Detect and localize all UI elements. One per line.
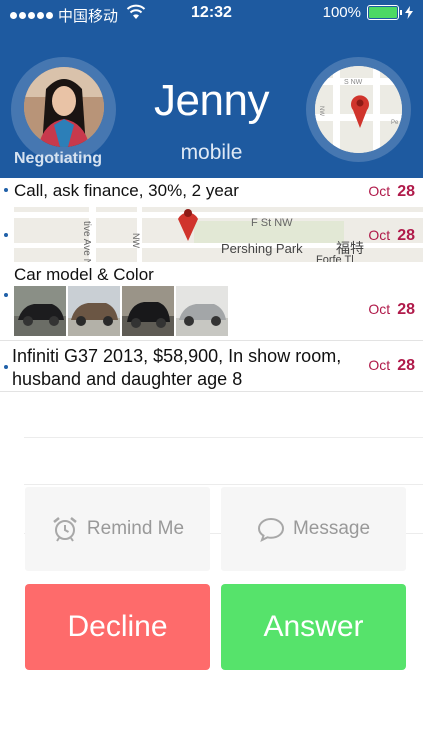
note-date-month: Oct xyxy=(368,227,391,243)
note-text: Call, ask finance, 30%, 2 year xyxy=(14,181,239,200)
note-bullet xyxy=(4,365,8,369)
empty-line xyxy=(24,484,423,485)
alarm-clock-icon xyxy=(53,517,77,542)
status-bar: 中国移动 12:32 100% xyxy=(0,0,423,28)
note-date: Oct 28 xyxy=(368,183,415,201)
location-map-ring[interactable]: S NW NW Pe xyxy=(306,57,411,162)
note-map-snapshot: tive Ave N F St NW NW Pershing Park 福特 F… xyxy=(14,207,423,262)
black-suv-rear-photo[interactable] xyxy=(122,286,174,336)
answer-button[interactable]: Answer xyxy=(221,584,406,670)
mini-map-avenue-label: NW xyxy=(318,106,324,116)
note-item-map[interactable]: tive Ave N F St NW NW Pershing Park 福特 F… xyxy=(0,207,423,263)
note-date: Oct 28 xyxy=(368,301,415,319)
note-text-line: husband and daughter age 8 xyxy=(12,369,243,389)
note-bullet xyxy=(4,233,8,237)
caller-header: 中国移动 12:32 100% Negotiating Jenny mobile… xyxy=(0,0,423,178)
battery-icon xyxy=(367,5,402,20)
mini-map: S NW NW Pe xyxy=(315,66,402,153)
note-text: Car model & Color xyxy=(14,265,154,284)
note-item[interactable]: Call, ask finance, 30%, 2 year Oct 28 xyxy=(0,178,423,207)
note-bullet xyxy=(4,188,8,192)
empty-line xyxy=(24,437,423,438)
car-photo-strip xyxy=(14,286,228,336)
map-street-label: F St NW xyxy=(251,217,293,229)
mini-map-partial-label: Pe xyxy=(391,120,399,126)
note-date-day: 28 xyxy=(397,227,415,244)
note-text-multiline: Infiniti G37 2013, $58,900, In show room… xyxy=(12,345,341,391)
map-partial-label: Forfe Tl xyxy=(316,254,354,262)
note-date-day: 28 xyxy=(397,301,415,318)
battery-percent: 100% xyxy=(322,4,361,21)
remind-me-button[interactable]: Remind Me xyxy=(25,487,210,571)
speech-bubble-icon xyxy=(257,517,284,542)
remind-me-label: Remind Me xyxy=(86,518,185,539)
note-bullet xyxy=(4,293,8,297)
note-date: Oct 28 xyxy=(368,227,415,245)
note-item[interactable]: Infiniti G37 2013, $58,900, In show room… xyxy=(0,341,423,391)
charging-bolt-icon xyxy=(405,6,413,19)
map-nw-label: NW xyxy=(131,233,141,248)
message-label: Message xyxy=(292,518,371,539)
mini-map-street-label: S NW xyxy=(344,79,363,86)
note-date-month: Oct xyxy=(368,301,391,317)
answer-label: Answer xyxy=(263,610,364,643)
note-date-day: 28 xyxy=(397,357,415,374)
note-date: Oct 28 xyxy=(368,357,415,375)
map-avenue-label: tive Ave N xyxy=(81,221,92,262)
note-date-month: Oct xyxy=(368,183,391,199)
map-park-label: Pershing Park xyxy=(221,241,303,256)
battery-group: 100% xyxy=(323,4,413,21)
note-date-month: Oct xyxy=(368,357,391,373)
silver-suv-photo[interactable] xyxy=(176,286,228,336)
black-suv-photo[interactable] xyxy=(14,286,66,336)
decline-button[interactable]: Decline xyxy=(25,584,210,670)
bronze-suv-photo[interactable] xyxy=(68,286,120,336)
note-date-day: 28 xyxy=(397,183,415,200)
decline-label: Decline xyxy=(67,610,168,643)
note-text-line: Infiniti G37 2013, $58,900, In show room… xyxy=(12,346,342,366)
notes-list: Call, ask finance, 30%, 2 year Oct 28 ti… xyxy=(0,178,423,393)
note-item[interactable]: Car model & Color Oct 28 xyxy=(0,263,423,340)
message-button[interactable]: Message xyxy=(221,487,406,571)
note-divider xyxy=(0,391,423,392)
